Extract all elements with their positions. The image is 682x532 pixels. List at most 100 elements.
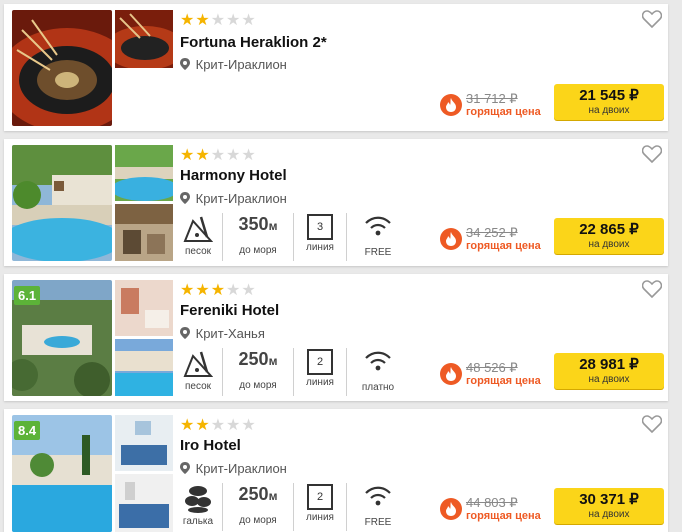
hot-price: 34 252 ₽ горящая цена — [440, 225, 541, 252]
star-empty-icon: ★ — [210, 147, 227, 164]
hotel-main-photo[interactable] — [12, 145, 112, 261]
line-value: 3 — [307, 214, 333, 240]
distance-feature: 250м до моря — [229, 483, 287, 526]
divider — [293, 348, 294, 396]
heart-icon[interactable] — [642, 145, 662, 163]
rating-badge: 6.1 — [14, 286, 41, 305]
old-price: 34 252 ₽ — [466, 225, 518, 240]
hotel-thumb-photo[interactable] — [115, 280, 173, 336]
divider — [222, 213, 223, 261]
pool-thumb-image — [115, 145, 173, 201]
line-label: линия — [306, 512, 334, 523]
flame-icon — [440, 497, 462, 520]
distance-value: 250м — [238, 484, 278, 504]
hotel-thumb-photo[interactable] — [115, 145, 173, 201]
distance-feature: 350м до моря — [229, 213, 287, 256]
hotel-main-photo[interactable]: 8.4 — [12, 415, 112, 532]
star-empty-icon: ★ — [241, 282, 257, 299]
price-value: 22 865 ₽ — [579, 221, 639, 238]
hotel-location: Крит-Ираклион — [180, 57, 287, 72]
star-filled-icon: ★ — [180, 282, 196, 299]
beach-feature: песок — [180, 348, 216, 392]
wifi-label: FREE — [364, 517, 392, 528]
price-button[interactable]: 30 371 ₽ на двоих — [554, 488, 664, 524]
hotel-thumb-photo[interactable] — [115, 10, 173, 68]
star-empty-icon: ★ — [226, 147, 242, 164]
wifi-feature: FREE — [353, 213, 403, 258]
heart-icon[interactable] — [642, 280, 662, 298]
hotel-thumb-photo[interactable] — [115, 339, 173, 396]
price-subtitle: на двоих — [588, 105, 630, 116]
star-filled-icon: ★ — [195, 12, 211, 29]
price-button[interactable]: 28 981 ₽ на двоих — [554, 353, 664, 389]
star-empty-icon: ★ — [226, 12, 242, 29]
hotel-main-photo[interactable] — [12, 10, 112, 126]
hotel-main-photo[interactable]: 6.1 — [12, 280, 112, 396]
star-filled-icon: ★ — [195, 147, 211, 164]
hotel-card[interactable]: ★★★★★ Harmony Hotel Крит-Ираклион песок … — [4, 139, 668, 266]
old-price: 44 803 ₽ — [466, 495, 518, 510]
hotel-card[interactable]: 6.1 ★★★★★ Fereniki Hotel Крит-Ханья песо… — [4, 274, 668, 401]
beach-label: песок — [184, 246, 212, 257]
star-rating: ★★★★★ — [180, 10, 257, 30]
star-empty-icon: ★ — [210, 12, 227, 29]
wifi-icon — [365, 486, 391, 506]
price-button[interactable]: 21 545 ₽ на двоих — [554, 84, 664, 120]
hotel-card[interactable]: 8.4 ★★★★★ Iro Hotel Крит-Ираклион галька… — [4, 409, 668, 532]
distance-value: 350м — [238, 214, 278, 234]
distance-label: до моря — [239, 380, 277, 391]
pebble-beach-icon — [185, 486, 211, 513]
beach-feature: песок — [180, 213, 216, 257]
terrace-thumb-image — [115, 204, 173, 261]
heart-icon[interactable] — [642, 415, 662, 433]
beach-feature: галька — [180, 483, 216, 527]
star-filled-icon: ★ — [180, 147, 196, 164]
star-rating: ★★★★★ — [180, 145, 257, 165]
price-subtitle: на двоих — [588, 374, 630, 385]
line-feature: 3 линия — [300, 213, 340, 253]
star-empty-icon: ★ — [210, 417, 227, 434]
price-subtitle: на двоих — [588, 239, 630, 250]
star-filled-icon: ★ — [195, 417, 211, 434]
location-text: Крит-Ханья — [195, 326, 265, 341]
hotel-location: Крит-Ханья — [180, 326, 265, 341]
hot-price: 31 712 ₽ горящая цена — [440, 91, 541, 118]
pin-icon — [180, 192, 190, 204]
hot-price-label: горящая цена — [466, 240, 541, 252]
star-filled-icon: ★ — [195, 282, 211, 299]
hotel-thumb-photo[interactable] — [115, 204, 173, 261]
hot-price-label: горящая цена — [466, 375, 541, 387]
line-feature: 2 линия — [300, 483, 340, 523]
hotel-name[interactable]: Fereniki Hotel — [180, 302, 279, 319]
location-text: Крит-Ираклион — [195, 191, 287, 206]
divider — [293, 213, 294, 261]
hotel-card[interactable]: ★★★★★ Fortuna Heraklion 2* Крит-Ираклион… — [4, 4, 668, 131]
pin-icon — [180, 58, 190, 70]
price-button[interactable]: 22 865 ₽ на двоих — [554, 218, 664, 254]
roulette-image — [12, 10, 112, 126]
hotel-name[interactable]: Fortuna Heraklion 2* — [180, 34, 327, 51]
hotel-name[interactable]: Iro Hotel — [180, 437, 241, 454]
line-label: линия — [306, 377, 334, 388]
wifi-label: FREE — [364, 247, 392, 258]
hot-price-label: горящая цена — [466, 510, 541, 522]
beach-label: песок — [184, 381, 212, 392]
flame-icon — [440, 227, 462, 250]
star-empty-icon: ★ — [241, 417, 257, 434]
sand-beach-icon — [183, 216, 214, 242]
heart-icon[interactable] — [642, 10, 662, 28]
star-empty-icon: ★ — [226, 282, 242, 299]
distance-value: 250м — [238, 349, 278, 369]
star-filled-icon: ★ — [210, 282, 227, 299]
price-subtitle: на двоих — [588, 509, 630, 520]
hotel-thumb-photo[interactable] — [115, 474, 173, 532]
distance-label: до моря — [239, 245, 277, 256]
room-thumb-image — [115, 474, 173, 532]
hotel-thumb-photo[interactable] — [115, 415, 173, 471]
wifi-feature: платно — [353, 348, 403, 393]
pin-icon — [180, 327, 190, 339]
hotel-name[interactable]: Harmony Hotel — [180, 167, 287, 184]
hotel-location: Крит-Ираклион — [180, 461, 287, 476]
hotel-features: галька 250м до моря 2 линия FREE — [180, 483, 403, 531]
hotel-features: песок 250м до моря 2 линия платно — [180, 348, 403, 396]
